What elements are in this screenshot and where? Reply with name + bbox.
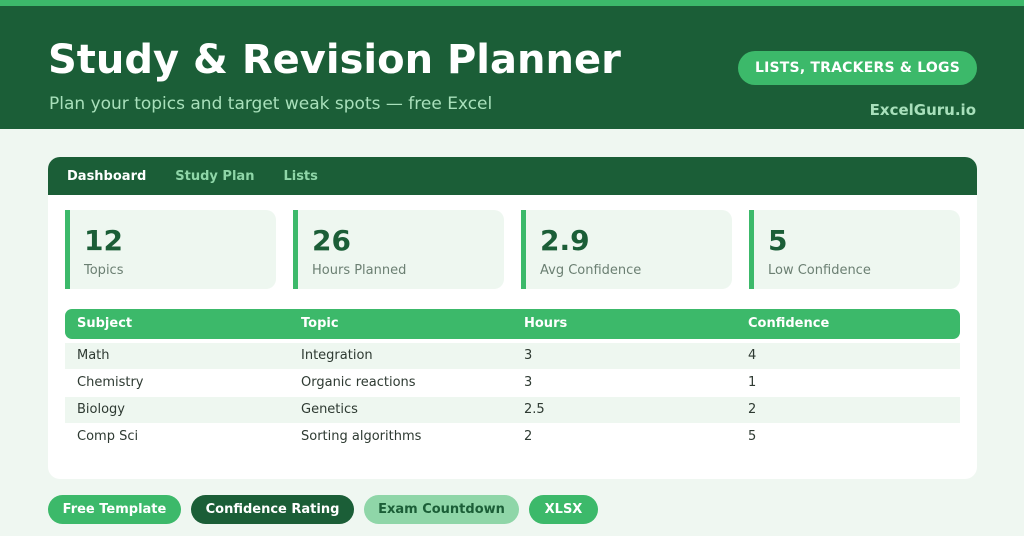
column-header-topic: Topic (301, 316, 339, 331)
cell-topic: Integration (301, 348, 373, 363)
cell-subject: Math (77, 348, 110, 363)
stat-label: Avg Confidence (540, 263, 642, 278)
tab-dashboard[interactable]: Dashboard (67, 169, 146, 184)
column-header-hours: Hours (524, 316, 568, 331)
stat-value: 26 (312, 224, 351, 257)
cell-topic: Sorting algorithms (301, 429, 422, 444)
dashboard-card: Dashboard Study Plan Lists 12 Topics 26 … (48, 157, 977, 479)
sheet-tabs: Dashboard Study Plan Lists (48, 157, 977, 195)
cell-topic: Genetics (301, 402, 358, 417)
cell-subject: Chemistry (77, 375, 144, 390)
cell-hours: 3 (524, 348, 533, 363)
stat-label: Hours Planned (312, 263, 407, 278)
table-row: Math Integration 3 4 (65, 343, 960, 369)
cell-hours: 2 (524, 429, 533, 444)
table-row: Biology Genetics 2.5 2 (65, 397, 960, 423)
stat-card-topics: 12 Topics (65, 210, 276, 289)
brand-name: ExcelGuru.io (869, 101, 976, 119)
stat-value: 5 (768, 224, 788, 257)
stat-card-hours-planned: 26 Hours Planned (293, 210, 504, 289)
category-badge: LISTS, TRACKERS & LOGS (738, 51, 977, 85)
stat-label: Topics (84, 263, 124, 278)
page-title: Study & Revision Planner (48, 37, 621, 83)
page-header: Study & Revision Planner Plan your topic… (0, 6, 1024, 129)
stat-card-avg-confidence: 2.9 Avg Confidence (521, 210, 732, 289)
cell-confidence: 2 (748, 402, 757, 417)
stat-label: Low Confidence (768, 263, 871, 278)
column-header-subject: Subject (77, 316, 133, 331)
table-row: Chemistry Organic reactions 3 1 (65, 370, 960, 396)
stat-value: 2.9 (540, 224, 590, 257)
cell-hours: 3 (524, 375, 533, 390)
tag-confidence-rating: Confidence Rating (191, 495, 354, 524)
cell-subject: Comp Sci (77, 429, 139, 444)
table-row: Comp Sci Sorting algorithms 2 5 (65, 424, 960, 450)
page-subtitle: Plan your topics and target weak spots —… (49, 94, 493, 114)
cell-confidence: 5 (748, 429, 757, 444)
table-header: Subject Topic Hours Confidence (65, 309, 960, 339)
tab-lists[interactable]: Lists (283, 169, 317, 184)
cell-topic: Organic reactions (301, 375, 416, 390)
column-header-confidence: Confidence (748, 316, 830, 331)
stat-card-low-confidence: 5 Low Confidence (749, 210, 960, 289)
tag-exam-countdown: Exam Countdown (364, 495, 519, 524)
cell-hours: 2.5 (524, 402, 545, 417)
tag-xlsx: XLSX (529, 495, 598, 524)
cell-subject: Biology (77, 402, 125, 417)
cell-confidence: 4 (748, 348, 757, 363)
tab-study-plan[interactable]: Study Plan (175, 169, 254, 184)
tag-free-template: Free Template (48, 495, 181, 524)
cell-confidence: 1 (748, 375, 757, 390)
stat-value: 12 (84, 224, 123, 257)
